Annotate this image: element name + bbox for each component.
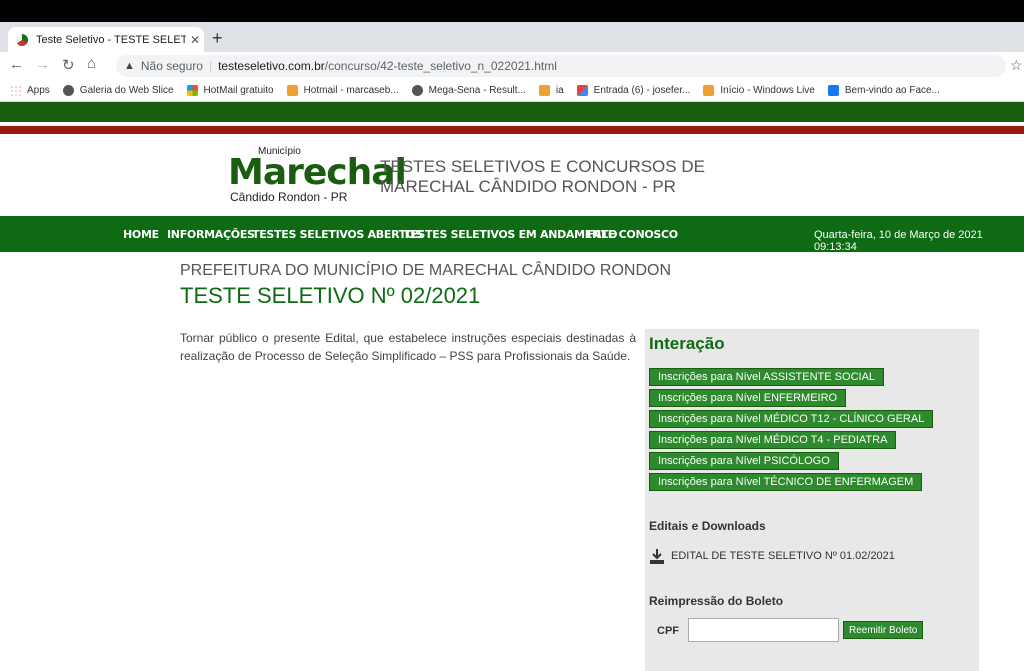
cpf-label: CPF xyxy=(657,625,679,637)
bookmark-item[interactable]: Apps xyxy=(10,85,50,96)
reprint-heading: Reimpressão do Boleto xyxy=(649,594,784,608)
logo-sub-text: Cândido Rondon - PR xyxy=(230,190,348,204)
mail-icon xyxy=(538,85,550,96)
date-time: Quarta-feira, 10 de Março de 2021 09:13:… xyxy=(814,229,983,253)
windows-logo-icon xyxy=(186,85,198,96)
header-band-red xyxy=(0,126,1024,134)
mail-icon xyxy=(286,85,298,96)
menu-item-home[interactable]: HOME xyxy=(123,228,159,241)
page-description: Tornar público o presente Edital, que es… xyxy=(180,331,636,363)
browser-tab[interactable]: Teste Seletivo - TESTE SELETIVO N ✕ xyxy=(8,27,204,52)
mail-icon xyxy=(703,85,715,96)
warning-icon: ▲ xyxy=(124,60,135,72)
menu-item-andamento[interactable]: TESTES SELETIVOS EM ANDAMENTO xyxy=(403,228,617,241)
facebook-icon xyxy=(827,85,839,96)
reload-icon[interactable]: ↻ xyxy=(62,56,75,74)
screen-top-border xyxy=(0,0,1024,22)
apps-grid-icon xyxy=(10,85,21,96)
gmail-icon xyxy=(576,85,588,96)
register-button-enfermeiro[interactable]: Inscrições para Nível ENFERMEIRO xyxy=(649,389,847,407)
bookmark-star-icon[interactable]: ☆ xyxy=(1010,57,1023,74)
register-button-medico-t12[interactable]: Inscrições para Nível MÉDICO T12 - CLÍNI… xyxy=(649,410,934,428)
bookmark-item[interactable]: Galeria do Web Slice xyxy=(62,85,174,96)
download-icon xyxy=(650,549,664,564)
bookmark-item[interactable]: ia xyxy=(538,85,564,96)
site-title-line1: TESTES SELETIVOS E CONCURSOS DE xyxy=(380,157,705,176)
register-button-medico-t4[interactable]: Inscrições para Nível MÉDICO T4 - PEDIAT… xyxy=(649,431,897,449)
forward-arrow-icon[interactable]: → xyxy=(35,56,50,73)
globe-icon xyxy=(411,85,423,96)
register-button-psicologo[interactable]: Inscrições para Nível PSICÓLOGO xyxy=(649,452,839,470)
interaction-panel: Interação Inscrições para Nível ASSISTEN… xyxy=(645,329,979,671)
bookmark-item[interactable]: Mega-Sena - Result... xyxy=(411,85,526,96)
site-title: TESTES SELETIVOS E CONCURSOS DE MARECHAL… xyxy=(380,157,705,197)
site-title-line2: MARECHAL CÂNDIDO RONDON - PR xyxy=(380,177,676,196)
bookmarks-bar: Apps Galeria do Web Slice HotMail gratui… xyxy=(0,80,1024,102)
register-button-assistente-social[interactable]: Inscrições para Nível ASSISTENTE SOCIAL xyxy=(649,368,885,386)
site-favicon-icon xyxy=(16,33,28,46)
globe-icon xyxy=(62,85,74,96)
menu-item-abertos[interactable]: TESTES SELETIVOS ABERTOS xyxy=(252,228,423,241)
close-tab-icon[interactable]: ✕ xyxy=(186,33,204,47)
address-bar[interactable]: ▲ Não seguro | testeseletivo.com.br /con… xyxy=(116,55,1006,77)
menu-item-fale-conosco[interactable]: FALE CONOSCO xyxy=(587,228,678,241)
panel-heading: Interação xyxy=(649,334,725,353)
header-band-green xyxy=(0,102,1024,122)
menu-item-informacoes[interactable]: INFORMAÇÕES xyxy=(167,228,255,241)
download-link-label: EDITAL DE TESTE SELETIVO Nº 01.02/2021 xyxy=(671,550,895,562)
cpf-input[interactable] xyxy=(688,618,839,642)
page-title: TESTE SELETIVO Nº 02/2021 xyxy=(180,283,481,308)
bookmark-item[interactable]: Entrada (6) - josefer... xyxy=(576,85,690,96)
home-icon[interactable]: ⌂ xyxy=(87,55,96,72)
bookmark-item[interactable]: Início - Windows Live xyxy=(703,85,815,96)
back-arrow-icon[interactable]: ← xyxy=(9,56,24,73)
downloads-heading: Editais e Downloads xyxy=(649,519,766,533)
page-subtitle: PREFEITURA DO MUNICÍPIO DE MARECHAL CÂND… xyxy=(180,262,672,279)
reprint-button[interactable]: Reemitir Boleto xyxy=(843,621,924,639)
security-label: Não seguro xyxy=(140,59,203,73)
municipality-logo[interactable]: Município Marechal Cândido Rondon - PR xyxy=(226,144,407,204)
address-separator: | xyxy=(208,59,213,73)
register-button-tecnico-enfermagem[interactable]: Inscrições para Nível TÉCNICO DE ENFERMA… xyxy=(649,473,923,491)
url-domain: testeseletivo.com.br xyxy=(218,59,325,73)
bookmark-item[interactable]: Hotmail - marcaseb... xyxy=(286,85,399,96)
tab-title: Teste Seletivo - TESTE SELETIVO N xyxy=(36,33,186,46)
download-link[interactable]: EDITAL DE TESTE SELETIVO Nº 01.02/2021 xyxy=(649,548,895,564)
bookmark-item[interactable]: Bem-vindo ao Face... xyxy=(827,85,940,96)
new-tab-icon[interactable]: + xyxy=(212,28,223,49)
bookmark-item[interactable]: HotMail gratuito xyxy=(186,85,274,96)
url-path: /concurso/42-teste_seletivo_n_022021.htm… xyxy=(324,59,557,73)
web-page: Município Marechal Cândido Rondon - PR T… xyxy=(0,102,1024,671)
